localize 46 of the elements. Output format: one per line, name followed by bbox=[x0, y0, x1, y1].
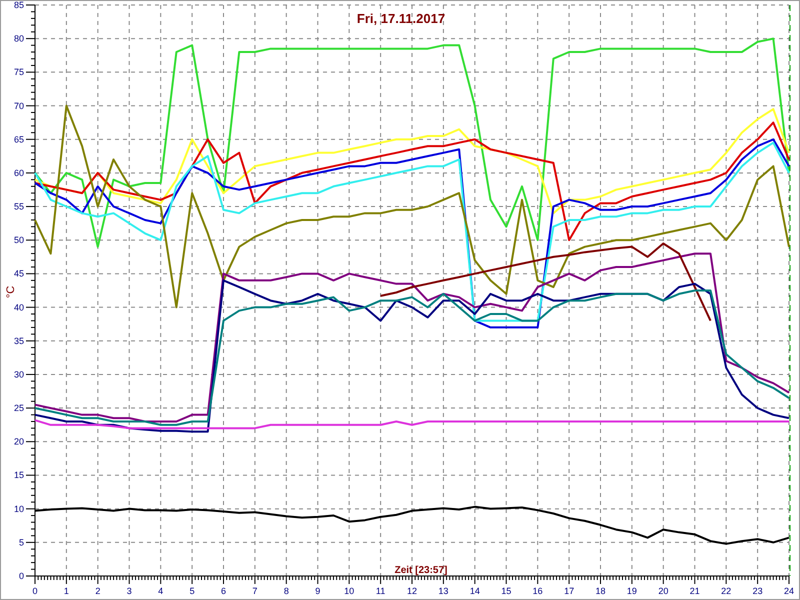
axis-tick-label: 22 bbox=[721, 586, 732, 596]
axis-tick-label: 17 bbox=[564, 586, 574, 596]
axis-tick-label: 60 bbox=[14, 168, 24, 178]
axis-tick-label: 10 bbox=[14, 504, 24, 514]
axis-tick-label: 55 bbox=[14, 202, 24, 212]
axis-tick-label: 30 bbox=[14, 369, 24, 380]
chart-title: Fri, 17.11.2017 bbox=[356, 11, 446, 26]
axis-tick-label: 65 bbox=[14, 134, 24, 144]
axis-tick-label: 8 bbox=[284, 586, 289, 596]
axis-tick-label: 70 bbox=[14, 100, 24, 111]
axis-title: °C bbox=[5, 286, 17, 298]
axis-tick-label: 14 bbox=[470, 586, 480, 596]
axis-tick-label: 13 bbox=[438, 586, 448, 596]
axis-tick-label: 80 bbox=[14, 34, 24, 44]
axis-tick-label: 4 bbox=[158, 586, 164, 596]
axis-tick-label: 75 bbox=[14, 67, 24, 78]
axis-tick-label: 18 bbox=[596, 586, 606, 596]
axis-tick-label: 15 bbox=[14, 470, 24, 480]
axis-tick-label: 85 bbox=[14, 1, 24, 10]
axis-title: Zeit [23:57] bbox=[394, 565, 448, 576]
axis-tick-label: 35 bbox=[14, 336, 24, 346]
axis-tick-label: 50 bbox=[14, 235, 24, 246]
axis-tick-label: 0 bbox=[18, 571, 24, 581]
axis-tick-label: 20 bbox=[658, 586, 668, 596]
axis-tick-label: 21 bbox=[690, 586, 700, 596]
axis-tick-label: 1 bbox=[64, 586, 69, 596]
axis-tick-label: 6 bbox=[221, 586, 226, 596]
axis-tick-label: 2 bbox=[95, 586, 100, 596]
axis-tick-label: 16 bbox=[532, 586, 543, 596]
axis-tick-label: 20 bbox=[14, 436, 24, 447]
axis-tick-label: 12 bbox=[407, 586, 417, 596]
axis-tick-label: 7 bbox=[252, 586, 258, 596]
axis-tick-label: 10 bbox=[344, 586, 354, 596]
axis-tick-label: 9 bbox=[315, 586, 320, 596]
axis-tick-label: 25 bbox=[14, 403, 24, 414]
axis-tick-label: 24 bbox=[784, 586, 794, 596]
axis-tick-label: 11 bbox=[376, 586, 386, 596]
axis-tick-label: 19 bbox=[626, 586, 637, 596]
axis-tick-label: 45 bbox=[14, 268, 24, 279]
axis-tick-label: 5 bbox=[18, 537, 24, 548]
axis-tick-label: 15 bbox=[501, 586, 512, 596]
axis-tick-label: 40 bbox=[14, 302, 24, 312]
axis-tick-label: 5 bbox=[190, 586, 195, 596]
axis-tick-label: 3 bbox=[126, 586, 132, 596]
axis-tick-label: 23 bbox=[752, 586, 763, 596]
axis-tick-label: 0 bbox=[32, 586, 38, 596]
